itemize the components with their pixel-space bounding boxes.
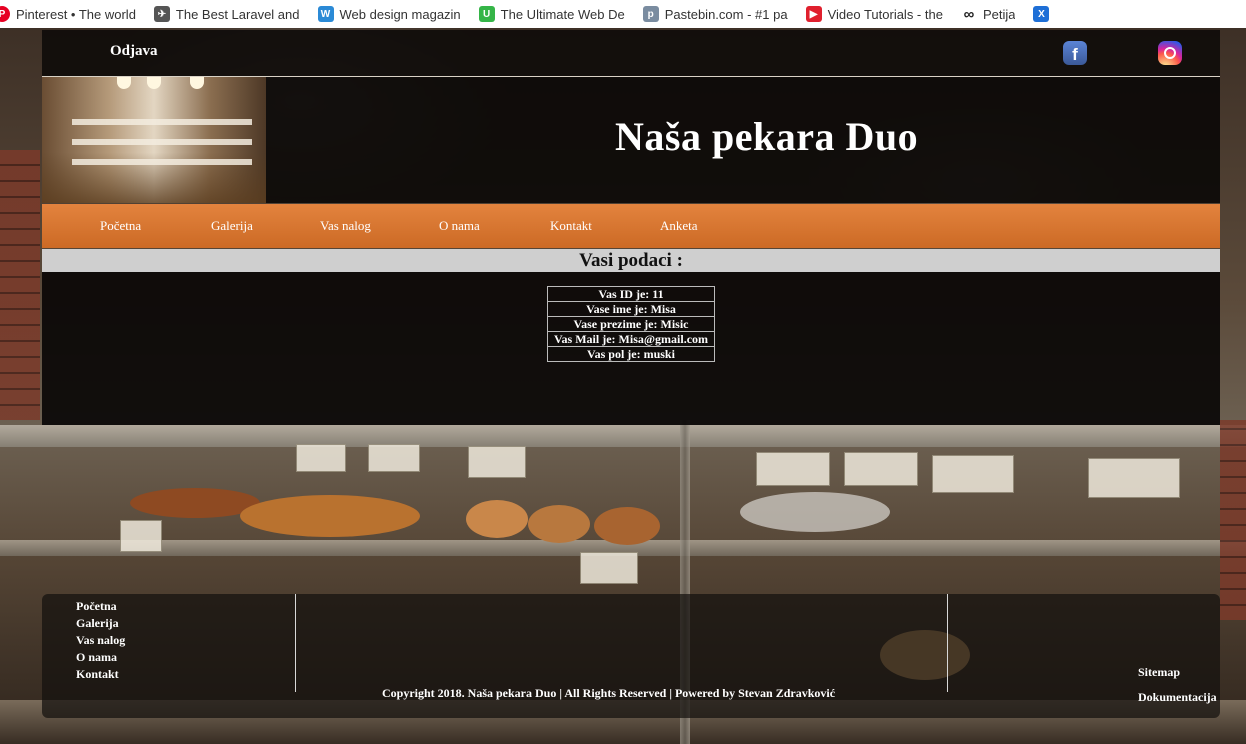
table-row: Vase ime je: Misa xyxy=(547,301,715,317)
pastebin-icon: p xyxy=(642,6,659,22)
background-pastry xyxy=(240,495,420,537)
bookmark-pastebin[interactable]: p Pastebin.com - #1 pa xyxy=(642,0,788,28)
web-icon: W xyxy=(317,6,334,22)
bookmark-petija[interactable]: ∞ Petija xyxy=(960,0,1015,28)
user-id-cell: Vas ID je: 11 xyxy=(547,286,715,302)
table-row: Vas pol je: muski xyxy=(547,346,715,362)
nav-item-o-nama[interactable]: O nama xyxy=(439,218,480,234)
footer-link-o-nama[interactable]: O nama xyxy=(76,649,125,666)
user-gender-cell: Vas pol je: muski xyxy=(547,346,715,362)
main-content: Vas ID je: 11 Vase ime je: Misa Vase pre… xyxy=(42,272,1220,425)
user-name-cell: Vase ime je: Misa xyxy=(547,301,715,317)
green-icon: U xyxy=(478,6,495,22)
background-brick xyxy=(0,150,40,420)
bookmark-laravel[interactable]: ✈ The Best Laravel and xyxy=(153,0,300,28)
footer-link-pocetna[interactable]: Početna xyxy=(76,598,125,615)
video-icon: ▶ xyxy=(805,6,822,22)
footer-nav: Početna Galerija Vas nalog O nama Kontak… xyxy=(76,598,125,683)
lamp-shape xyxy=(190,77,204,89)
shelf-shape xyxy=(72,159,252,165)
footer-link-kontakt[interactable]: Kontakt xyxy=(76,666,125,683)
background-price-tag xyxy=(1088,458,1180,498)
bookmark-extra[interactable]: X xyxy=(1033,0,1055,28)
instagram-icon[interactable] xyxy=(1158,41,1182,65)
footer-link-vas-nalog[interactable]: Vas nalog xyxy=(76,632,125,649)
nav-item-vas-nalog[interactable]: Vas nalog xyxy=(320,218,371,234)
footer-divider xyxy=(947,594,948,692)
infinity-icon: ∞ xyxy=(960,6,977,23)
bakery-photo xyxy=(42,77,266,203)
site-title: Naša pekara Duo xyxy=(615,114,919,159)
nav-item-anketa[interactable]: Anketa xyxy=(660,218,698,234)
background-price-tag xyxy=(756,452,830,486)
nav-item-pocetna[interactable]: Početna xyxy=(100,218,141,234)
background-price-tag xyxy=(368,444,420,472)
background-pastry xyxy=(466,500,528,538)
site-footer: Početna Galerija Vas nalog O nama Kontak… xyxy=(42,594,1220,718)
pinterest-icon: P xyxy=(0,6,10,22)
copyright-text: Copyright 2018. Naša pekara Duo | All Ri… xyxy=(382,686,836,700)
site-topbar: Odjava f xyxy=(42,30,1220,77)
bookmark-video-tutorials[interactable]: ▶ Video Tutorials - the xyxy=(805,0,943,28)
footer-right-links: Sitemap Dokumentacija xyxy=(1138,660,1217,710)
bookmarks-bar: P Pinterest • The world ✈ The Best Larav… xyxy=(0,0,1246,28)
footer-link-galerija[interactable]: Galerija xyxy=(76,615,125,632)
background-price-tag xyxy=(120,520,162,552)
user-surname-cell: Vase prezime je: Misic xyxy=(547,316,715,332)
table-row: Vase prezime je: Misic xyxy=(547,316,715,332)
background-price-tag xyxy=(844,452,918,486)
background-pastry xyxy=(594,507,660,545)
background-pastry xyxy=(528,505,590,543)
background-price-tag xyxy=(932,455,1014,493)
user-info-table: Vas ID je: 11 Vase ime je: Misa Vase pre… xyxy=(547,286,715,362)
table-row: Vas ID je: 11 xyxy=(547,286,715,302)
bookmark-web-design[interactable]: W Web design magazin xyxy=(317,0,461,28)
background-brick xyxy=(1220,420,1246,620)
x-icon: X xyxy=(1033,6,1050,22)
footer-link-dokumentacija[interactable]: Dokumentacija xyxy=(1138,685,1217,710)
bookmark-ultimate-web[interactable]: U The Ultimate Web De xyxy=(478,0,625,28)
facebook-icon[interactable]: f xyxy=(1063,41,1087,65)
footer-divider xyxy=(295,594,296,692)
background-price-tag xyxy=(468,446,526,478)
nav-item-kontakt[interactable]: Kontakt xyxy=(550,218,592,234)
shelf-shape xyxy=(72,119,252,125)
footer-link-sitemap[interactable]: Sitemap xyxy=(1138,660,1217,685)
lamp-shape xyxy=(147,77,161,89)
background-price-tag xyxy=(296,444,346,472)
instagram-ring xyxy=(1164,47,1176,59)
logout-link[interactable]: Odjava xyxy=(110,43,158,60)
site-header: Naša pekara Duo xyxy=(42,77,1220,203)
shelf-shape xyxy=(72,139,252,145)
lamp-shape xyxy=(117,77,131,89)
table-row: Vas Mail je: Misa@gmail.com xyxy=(547,331,715,347)
nav-item-galerija[interactable]: Galerija xyxy=(211,218,253,234)
user-email-cell: Vas Mail je: Misa@gmail.com xyxy=(547,331,715,347)
background-shelf xyxy=(0,425,1246,447)
bookmark-pinterest[interactable]: P Pinterest • The world xyxy=(0,0,136,28)
section-heading: Vasi podaci : xyxy=(42,249,1220,272)
background-pastry xyxy=(740,492,890,532)
main-nav: Početna Galerija Vas nalog O nama Kontak… xyxy=(42,204,1220,248)
background-price-tag xyxy=(580,552,638,584)
bird-icon: ✈ xyxy=(153,6,170,22)
